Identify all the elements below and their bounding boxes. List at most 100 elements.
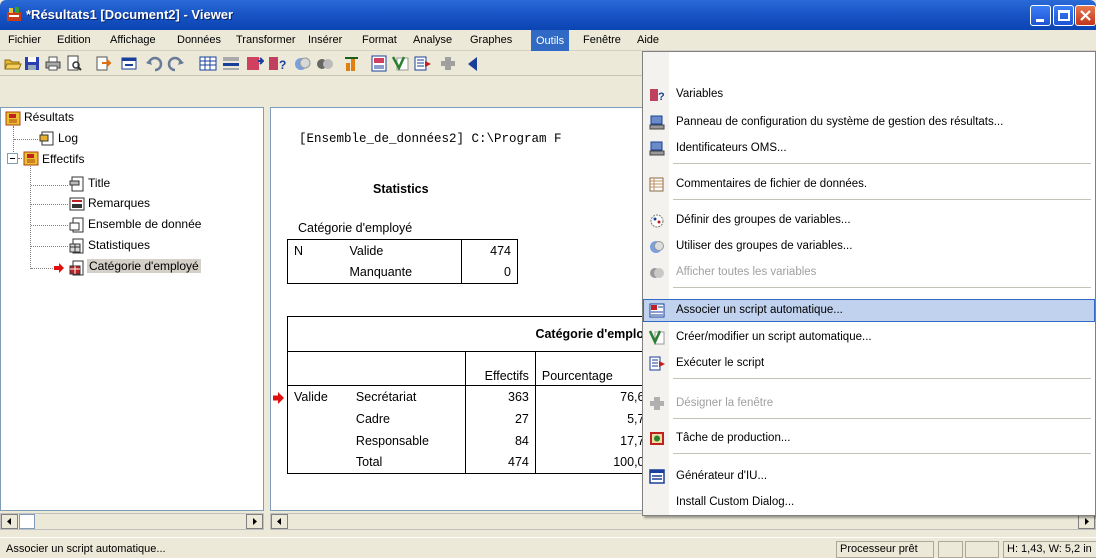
table-row: Manquante 0	[287, 261, 518, 284]
menu-item-edit-autoscript[interactable]: Créer/modifier un script automatique...	[643, 326, 1095, 349]
column-header: Pourcentage	[535, 351, 645, 386]
outline-scrollbar[interactable]	[0, 513, 264, 530]
variables-icon[interactable]: ?	[268, 55, 286, 72]
menu-item-install-custom-dialog[interactable]: Install Custom Dialog...	[643, 491, 1095, 514]
maximize-button[interactable]	[1053, 5, 1074, 26]
statistics-caption: Catégorie d'employé	[298, 221, 413, 235]
frequency-table-title: Catégorie d'emplo	[287, 316, 645, 352]
scroll-right-button[interactable]	[1078, 514, 1095, 529]
menu-item-production-job[interactable]: Tâche de production...	[643, 427, 1095, 450]
menu-transformer[interactable]: Transformer	[234, 30, 298, 51]
table-row: N Valide 474	[287, 239, 518, 262]
results-book-icon[interactable]	[5, 111, 21, 126]
use-sets-icon[interactable]	[294, 55, 312, 72]
frequency-table-icon[interactable]	[69, 260, 85, 276]
menu-analyse[interactable]: Analyse	[411, 30, 454, 51]
export-icon[interactable]	[94, 55, 112, 72]
tree-item-title[interactable]: Title	[88, 176, 110, 190]
scroll-right-button[interactable]	[246, 514, 263, 529]
insert-text-icon[interactable]	[391, 55, 409, 72]
menu-graphes[interactable]: Graphes	[468, 30, 514, 51]
run-script-icon[interactable]	[414, 55, 432, 72]
print-icon[interactable]	[44, 55, 62, 72]
designate-window-icon	[650, 397, 664, 410]
table-cell: N	[287, 239, 344, 262]
tree-item-employee-category[interactable]: Catégorie d'employé	[87, 259, 201, 273]
menu-affichage[interactable]: Affichage	[108, 30, 158, 51]
menu-item-designate-window[interactable]: Désigner la fenêtre	[643, 392, 1095, 415]
ui-builder-icon	[649, 469, 665, 484]
run-script-icon	[649, 356, 665, 371]
table-cell: 100,0	[535, 451, 645, 474]
goto-data-icon[interactable]	[199, 55, 217, 72]
table-row: Responsable 84 17,7	[286, 429, 645, 452]
menu-item-ui-builder[interactable]: Générateur d'IU...	[643, 465, 1095, 488]
nav-triangle-icon[interactable]	[463, 55, 481, 72]
dataset-icon[interactable]	[69, 217, 85, 233]
show-all-icon[interactable]	[316, 55, 334, 72]
tree-item-remarques[interactable]: Remarques	[88, 196, 150, 210]
column-header: Effectifs	[465, 351, 536, 386]
statistics-table[interactable]: N Valide 474 Manquante 0	[287, 239, 518, 284]
menu-inserer[interactable]: Insérer	[306, 30, 344, 51]
redo-icon[interactable]	[166, 55, 184, 72]
menu-donnees[interactable]: Données	[175, 30, 223, 51]
table-cell: 363	[465, 385, 536, 408]
menu-item-show-all-variables[interactable]: Afficher toutes les variables	[643, 261, 1095, 284]
minimize-button[interactable]	[1030, 5, 1051, 26]
goto-variable-icon[interactable]	[246, 55, 264, 72]
title-bar[interactable]: *Résultats1 [Document2] - Viewer	[0, 0, 1096, 30]
tree-item-results[interactable]: Résultats	[24, 110, 74, 124]
menu-item-oms-identifiers[interactable]: Identificateurs OMS...	[643, 137, 1095, 160]
frequencies-book-icon[interactable]	[23, 151, 39, 166]
menu-item-use-variable-sets[interactable]: Utiliser des groupes de variables...	[643, 235, 1095, 258]
tree-item-statistiques[interactable]: Statistiques	[88, 238, 150, 252]
frequency-table[interactable]: Catégorie d'emplo Effectifs Pourcentage …	[286, 316, 645, 474]
close-button[interactable]	[1075, 5, 1096, 26]
menu-fichier[interactable]: Fichier	[6, 30, 43, 51]
menu-fenetre[interactable]: Fenêtre	[581, 30, 623, 51]
define-variable-sets-icon	[650, 214, 664, 228]
menu-item-oms-control-panel[interactable]: Panneau de configuration du système de g…	[643, 111, 1095, 134]
scroll-thumb[interactable]	[19, 514, 35, 529]
menu-item-define-variable-sets[interactable]: Définir des groupes de variables...	[643, 209, 1095, 232]
tree-item-effectifs[interactable]: Effectifs	[42, 152, 84, 166]
oms-control-panel-icon	[649, 115, 665, 130]
title-icon[interactable]	[69, 176, 85, 192]
log-icon[interactable]	[39, 131, 55, 146]
menu-format[interactable]: Format	[360, 30, 399, 51]
menu-item-data-file-comments[interactable]: Commentaires de fichier de données.	[643, 173, 1095, 196]
open-icon[interactable]	[4, 55, 22, 72]
scroll-left-button[interactable]	[1, 514, 18, 529]
insert-heading-icon[interactable]	[370, 55, 388, 72]
status-bar: Associer un script automatique... Proces…	[0, 537, 1096, 558]
tree-item-dataset[interactable]: Ensemble de donnée	[88, 217, 201, 231]
goto-case-icon[interactable]	[222, 55, 240, 72]
recall-dialog-icon[interactable]	[120, 55, 138, 72]
scroll-left-button[interactable]	[271, 514, 288, 529]
menu-edition[interactable]: Edition	[55, 30, 93, 51]
outline-pane: Résultats Log Effectifs Title Remarques …	[0, 107, 264, 511]
tree-item-log[interactable]: Log	[58, 131, 78, 145]
statistics-icon[interactable]	[69, 238, 85, 254]
show-all-variables-icon	[650, 268, 664, 278]
menu-item-assign-autoscript[interactable]: Associer un script automatique...	[643, 299, 1095, 322]
table-cell: 474	[465, 451, 536, 474]
table-cell: Manquante	[343, 261, 462, 284]
menu-item-variables[interactable]: ? Variables	[643, 83, 1095, 106]
print-preview-icon[interactable]	[65, 55, 83, 72]
save-icon[interactable]	[23, 55, 41, 72]
designate-icon[interactable]	[439, 55, 457, 72]
menu-outils[interactable]: Outils	[531, 30, 570, 51]
undo-icon[interactable]	[146, 55, 164, 72]
table-row: Total 474 100,0	[286, 451, 645, 474]
menu-item-run-script[interactable]: Exécuter le script	[643, 352, 1095, 375]
viewer-window: *Résultats1 [Document2] - Viewer Fichier…	[0, 0, 1096, 558]
notes-icon[interactable]	[69, 196, 85, 212]
collapse-icon[interactable]	[7, 153, 18, 164]
window-title: *Résultats1 [Document2] - Viewer	[26, 7, 234, 22]
menu-bar: Fichier Edition Affichage Données Transf…	[0, 30, 1096, 51]
status-message: Associer un script automatique...	[6, 543, 166, 555]
pivot-icon[interactable]	[343, 55, 361, 72]
menu-aide[interactable]: Aide	[635, 30, 661, 51]
